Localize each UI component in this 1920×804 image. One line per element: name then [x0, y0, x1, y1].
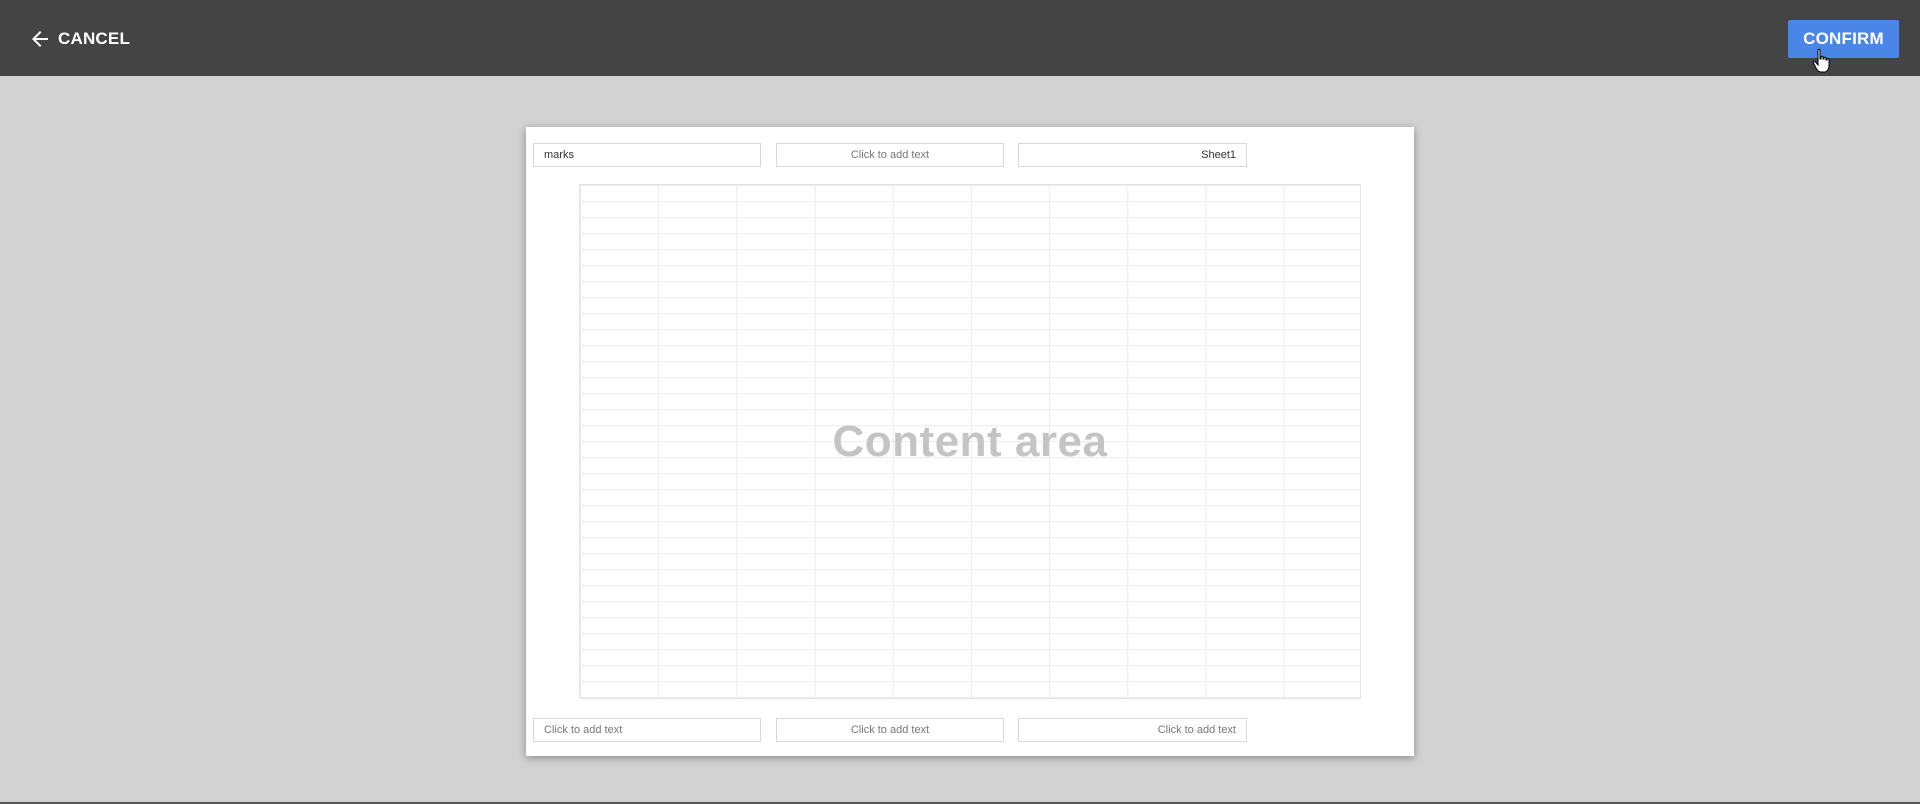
footer-center-field[interactable]: Click to add text — [776, 718, 1004, 742]
arrow-back-icon — [28, 27, 52, 51]
header-right-field[interactable]: Sheet1 — [1018, 143, 1247, 167]
cancel-label: CANCEL — [58, 29, 131, 48]
top-toolbar: CANCEL CONFIRM — [0, 0, 1920, 76]
content-grid — [579, 184, 1361, 699]
footer-right-field[interactable]: Click to add text — [1018, 718, 1247, 742]
cancel-button[interactable]: CANCEL — [28, 26, 130, 52]
footer-left-field[interactable]: Click to add text — [533, 718, 761, 742]
hand-cursor-icon — [1812, 48, 1832, 74]
header-left-field[interactable]: marks — [533, 143, 761, 167]
page-preview: marks Click to add text Sheet1 Content a… — [526, 127, 1414, 756]
header-center-field[interactable]: Click to add text — [776, 143, 1004, 167]
confirm-button[interactable]: CONFIRM — [1788, 20, 1899, 58]
